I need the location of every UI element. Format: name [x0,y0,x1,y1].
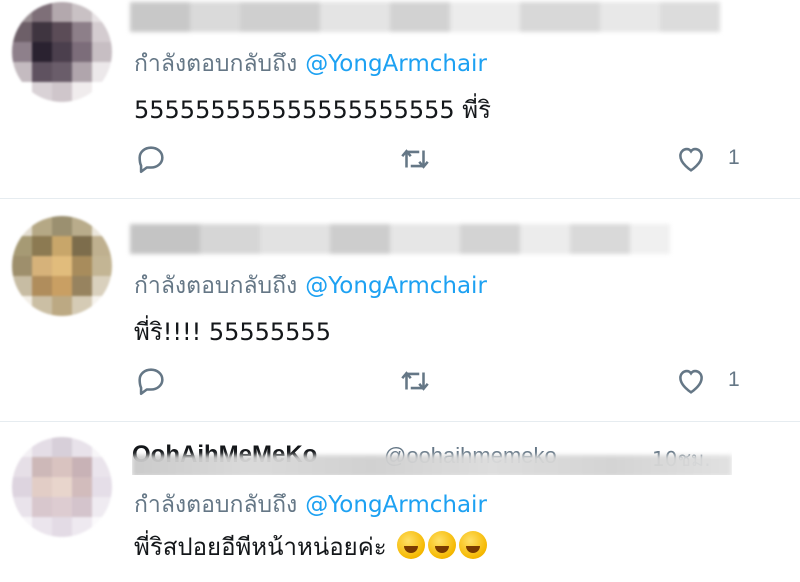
retweet-icon[interactable] [398,142,432,176]
blurred-user-info [130,224,670,254]
mention-link[interactable]: @YongArmchair [305,273,487,299]
tweet-actions: 1 [0,142,800,182]
reply-icon[interactable] [134,364,168,398]
user-line: OohAihMeMeKo @oohaihmemeko 10ชม. [132,441,732,475]
tweet-actions: 1 [0,364,800,404]
mention-link[interactable]: @YongArmchair [305,492,487,518]
avatar[interactable] [12,437,112,537]
tweet-text: พี่ริ!!!! 55555555 [134,318,331,346]
heart-icon[interactable] [674,142,708,176]
mention-link[interactable]: @YongArmchair [305,51,487,77]
blurred-user-info [130,2,720,32]
replying-to-line: กำลังตอบกลับถึง @YongArmchair [134,46,487,82]
replying-to-line: กำลังตอบกลับถึง @YongArmchair [134,487,487,523]
like-count: 1 [728,368,740,391]
reply-prefix: กำลังตอบกลับถึง [134,492,298,518]
replying-to-line: กำลังตอบกลับถึง @YongArmchair [134,268,487,304]
rolling-on-floor-laughing-emoji-icon [428,531,457,559]
tweet-1[interactable]: กำลังตอบกลับถึง @YongArmchair 55555555555… [0,0,800,199]
grinning-squinting-face-emoji-icon [459,531,488,559]
heart-icon[interactable] [674,364,708,398]
retweet-icon[interactable] [398,364,432,398]
reply-icon[interactable] [134,142,168,176]
tweet-text: 555555555555555555555 พี่ริ [134,96,491,124]
tweet-3[interactable]: OohAihMeMeKo @oohaihmemeko 10ชม. กำลังตอ… [0,423,800,582]
tweet-text: พี่ริสปอยอีพีหน้าหน่อยค่ะ [134,533,387,561]
avatar[interactable] [12,2,112,102]
tweet-text-line: พี่ริสปอยอีพีหน้าหน่อยค่ะ [134,527,488,566]
like-count: 1 [728,146,740,169]
tweet-2[interactable]: กำลังตอบกลับถึง @YongArmchair พี่ริ!!!! 5… [0,200,800,422]
rolling-on-floor-laughing-emoji-icon [397,531,426,559]
avatar[interactable] [12,216,112,316]
blur-overlay [132,455,732,475]
reply-prefix: กำลังตอบกลับถึง [134,51,298,77]
reply-prefix: กำลังตอบกลับถึง [134,273,298,299]
